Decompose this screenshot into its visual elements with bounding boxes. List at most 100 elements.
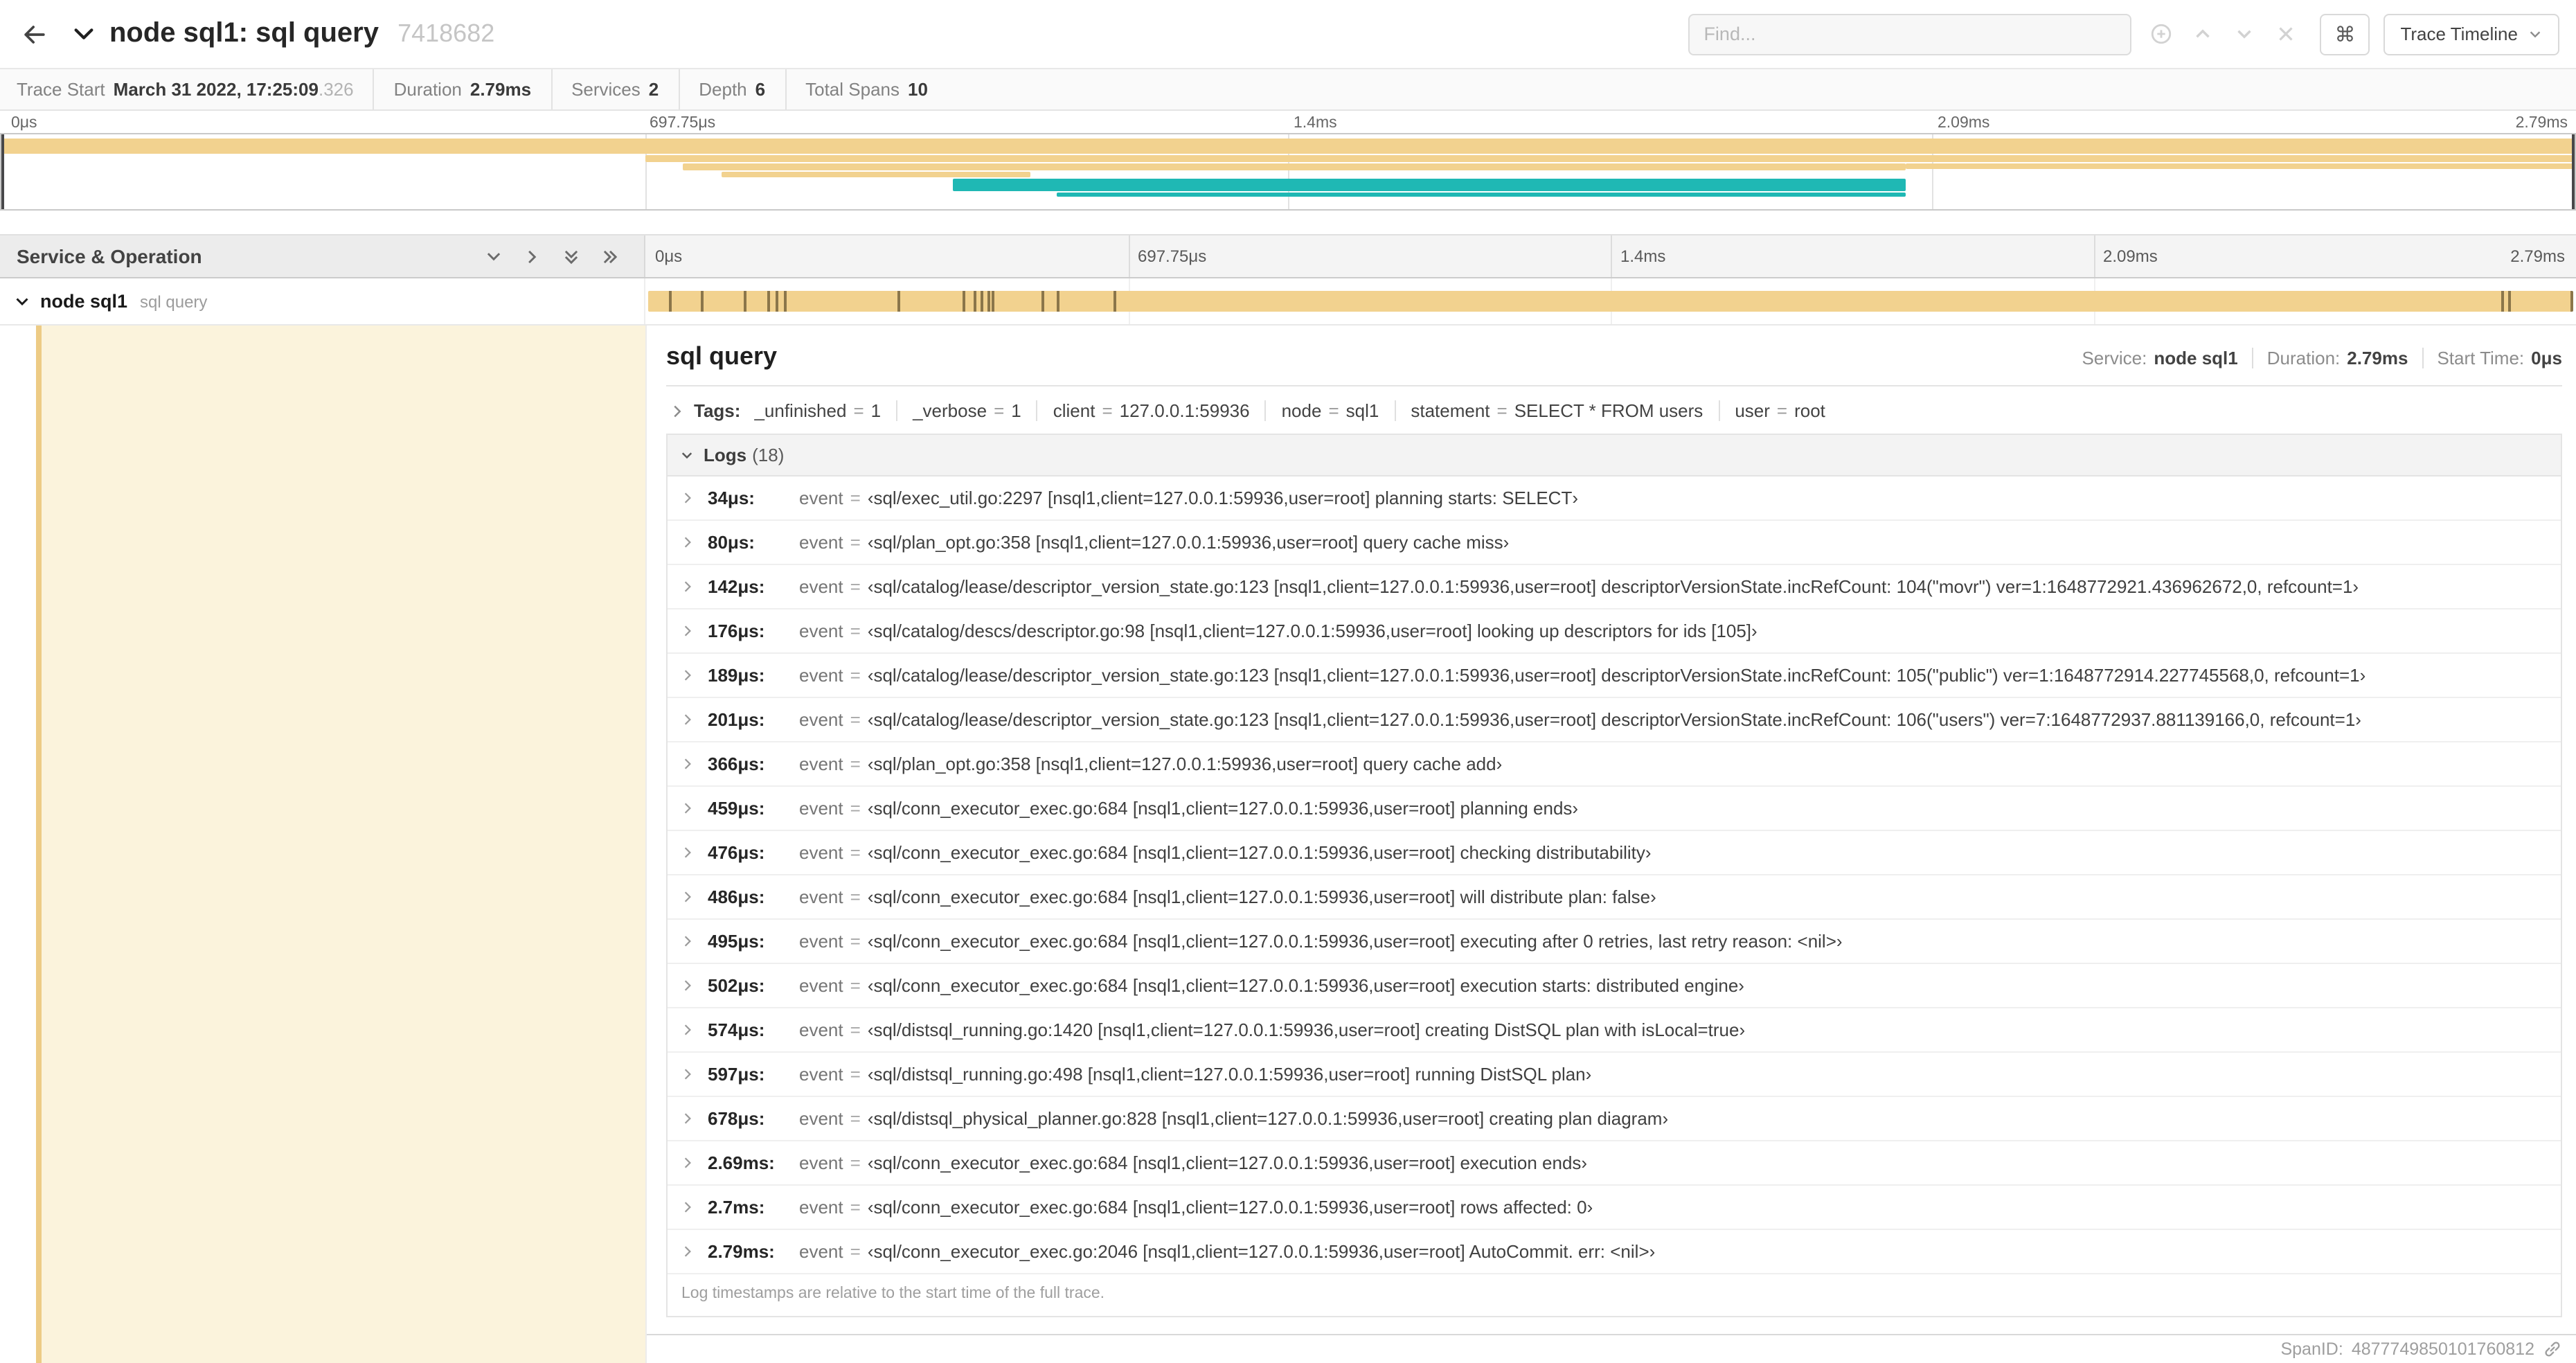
span-row[interactable]: node sql1 sql query — [0, 278, 2576, 326]
log-row[interactable]: 597μs: event = ‹sql/distsql_running.go:498… — [668, 1053, 2561, 1097]
chevron-down-icon — [681, 452, 692, 458]
log-field-value: ‹sql/conn_executor_exec.go:2046 [nsql1,c… — [867, 1241, 1656, 1262]
log-message: event = ‹sql/distsql_physical_planner.go:8… — [799, 1108, 1668, 1129]
log-row[interactable]: 2.7ms: event = ‹sql/conn_executor_exec.go:… — [668, 1186, 2561, 1230]
meta-label: Start Time: — [2437, 348, 2525, 368]
left-scrubber[interactable] — [1, 134, 4, 209]
timeline-tick-label: 2.79ms — [2510, 247, 2565, 266]
log-field-key: event — [799, 1152, 843, 1173]
timeline-gridline — [2093, 235, 2095, 277]
log-field-key: event — [799, 975, 843, 996]
chevron-right-icon — [684, 847, 691, 858]
log-row[interactable]: 502μs: event = ‹sql/conn_executor_exec.go:… — [668, 964, 2561, 1008]
minimap-tick-label: 2.79ms — [2515, 115, 2568, 132]
logs-count: (18) — [752, 445, 785, 465]
minimap-tick-label: 0μs — [11, 115, 37, 132]
span-bar[interactable] — [648, 291, 2573, 312]
log-message: event = ‹sql/catalog/descs/descriptor.go:9… — [799, 621, 1757, 641]
log-row[interactable]: 476μs: event = ‹sql/conn_executor_exec.go:… — [668, 831, 2561, 875]
expand-one-icon[interactable] — [485, 247, 503, 265]
trace-title: node sql1: sql query 7418682 — [109, 18, 494, 50]
log-row[interactable]: 189μs: event = ‹sql/catalog/lease/descript… — [668, 654, 2561, 698]
expand-all-icon[interactable] — [562, 247, 580, 265]
summary-value: 2 — [648, 79, 659, 100]
back-button[interactable] — [19, 19, 50, 49]
log-message: event = ‹sql/exec_util.go:2297 [nsql1,clie… — [799, 488, 1578, 508]
focus-match-icon[interactable] — [2149, 22, 2173, 46]
tag-key: client — [1053, 400, 1095, 421]
log-field-value: ‹sql/conn_executor_exec.go:684 [nsql1,cl… — [867, 931, 1843, 952]
log-row[interactable]: 486μs: event = ‹sql/conn_executor_exec.go:… — [668, 875, 2561, 920]
log-timestamp: 189μs: — [708, 665, 765, 686]
log-field-value: ‹sql/conn_executor_exec.go:684 [nsql1,cl… — [867, 1152, 1588, 1173]
tag-item: _verbose = 1 — [896, 400, 1021, 421]
span-row-timeline-cell[interactable] — [645, 278, 2576, 324]
log-row[interactable]: 574μs: event = ‹sql/distsql_running.go:142… — [668, 1008, 2561, 1053]
equals-sign: = — [850, 931, 861, 952]
collapse-one-icon[interactable] — [524, 247, 542, 265]
log-row[interactable]: 2.69ms: event = ‹sql/conn_executor_exec.go… — [668, 1141, 2561, 1186]
keyboard-shortcuts-button[interactable]: ⌘ — [2320, 13, 2370, 55]
link-icon[interactable] — [2543, 1339, 2562, 1359]
summary-value: 2.79ms — [469, 79, 532, 100]
tag-item: _unfinished = 1 — [754, 400, 881, 421]
log-field-value: ‹sql/catalog/lease/descriptor_version_st… — [867, 665, 2366, 686]
log-row[interactable]: 34μs: event = ‹sql/exec_util.go:2297 [nsql… — [668, 476, 2561, 521]
log-row[interactable]: 678μs: event = ‹sql/distsql_physical_plann… — [668, 1097, 2561, 1141]
log-field-key: event — [799, 709, 843, 730]
log-message: event = ‹sql/conn_executor_exec.go:684 [ns… — [799, 887, 1656, 907]
tag-key: _unfinished — [754, 400, 847, 421]
log-timestamp: 502μs: — [708, 975, 765, 996]
span-indent-column — [0, 326, 645, 1363]
log-timestamp: 80μs: — [708, 532, 755, 553]
logs-section: Logs (18) 34μs: event = ‹sql/exec_util.go:… — [666, 434, 2562, 1317]
equals-sign: = — [850, 1197, 861, 1218]
tag-value: root — [1794, 400, 1825, 421]
view-selector-button[interactable]: Trace Timeline — [2383, 13, 2559, 55]
span-meta-item: Duration: 2.79ms — [2251, 348, 2408, 368]
right-scrubber[interactable] — [2572, 134, 2575, 209]
log-row[interactable]: 176μs: event = ‹sql/catalog/descs/descript… — [668, 609, 2561, 654]
log-field-key: event — [799, 1064, 843, 1085]
tags-row[interactable]: Tags: _unfinished = 1 _verbose = 1 client = 12… — [666, 386, 2562, 434]
log-message: event = ‹sql/distsql_running.go:498 [nsql1… — [799, 1064, 1591, 1085]
collapse-all-icon[interactable] — [601, 247, 619, 265]
tag-item: node = sql1 — [1264, 400, 1379, 421]
timeline-time-labels: 0μs 697.75μs 1.4ms 2.09ms 2.79ms — [645, 235, 2576, 277]
log-row[interactable]: 495μs: event = ‹sql/conn_executor_exec.go:… — [668, 920, 2561, 964]
log-field-key: event — [799, 665, 843, 686]
log-field-value: ‹sql/conn_executor_exec.go:684 [nsql1,cl… — [867, 1197, 1593, 1218]
minimap-tick-label: 2.09ms — [1938, 115, 1990, 132]
log-message: event = ‹sql/conn_executor_exec.go:684 [ns… — [799, 798, 1578, 819]
log-field-value: ‹sql/conn_executor_exec.go:684 [nsql1,cl… — [867, 975, 1744, 996]
equals-sign: = — [850, 887, 861, 907]
logs-label: Logs — [704, 445, 747, 465]
chevron-down-icon[interactable] — [14, 293, 30, 310]
log-timestamp: 476μs: — [708, 842, 765, 863]
log-row[interactable]: 459μs: event = ‹sql/conn_executor_exec.go:… — [668, 787, 2561, 831]
tag-item: client = 127.0.0.1:59936 — [1036, 400, 1250, 421]
clear-search-icon[interactable] — [2274, 22, 2298, 46]
find-input[interactable] — [1688, 13, 2132, 55]
trace-collapse-toggle[interactable] — [72, 22, 96, 46]
log-row[interactable]: 366μs: event = ‹sql/plan_opt.go:358 [nsql1… — [668, 742, 2561, 787]
log-row[interactable]: 2.79ms: event = ‹sql/conn_executor_exec.go… — [668, 1230, 2561, 1274]
tag-value: 1 — [1011, 400, 1021, 421]
log-timestamp: 2.79ms: — [708, 1241, 775, 1262]
span-id-row: SpanID: 4877749850101760812 — [647, 1335, 2576, 1363]
chevron-right-icon — [684, 1113, 691, 1124]
log-row[interactable]: 142μs: event = ‹sql/catalog/lease/descript… — [668, 565, 2561, 609]
span-row-name-cell[interactable]: node sql1 sql query — [0, 278, 645, 324]
log-message: event = ‹sql/plan_opt.go:358 [nsql1,client… — [799, 532, 1509, 553]
minimap-canvas[interactable] — [0, 133, 2576, 211]
span-meta-item: Service: node sql1 — [2082, 348, 2237, 368]
log-field-value: ‹sql/plan_opt.go:358 [nsql1,client=127.0… — [867, 532, 1510, 553]
chevron-right-icon — [684, 1024, 691, 1035]
log-row[interactable]: 201μs: event = ‹sql/catalog/lease/descript… — [668, 698, 2561, 742]
logs-header[interactable]: Logs (18) — [668, 435, 2561, 476]
equals-sign: = — [1328, 400, 1339, 421]
prev-match-icon[interactable] — [2191, 22, 2215, 46]
log-row[interactable]: 80μs: event = ‹sql/plan_opt.go:358 [nsql1,… — [668, 521, 2561, 565]
equals-sign: = — [1102, 400, 1113, 421]
next-match-icon[interactable] — [2233, 22, 2256, 46]
